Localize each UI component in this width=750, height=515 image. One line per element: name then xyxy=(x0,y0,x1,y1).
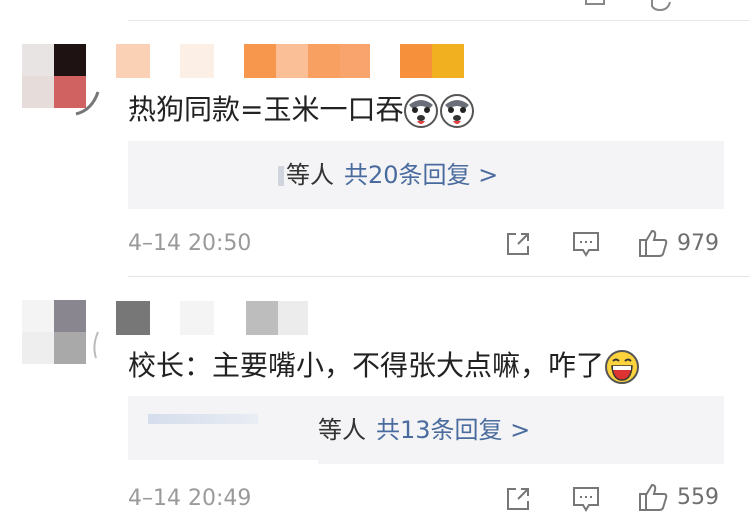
avatar-badge xyxy=(75,91,100,116)
reply-summary[interactable]: 等人 共20条回复 > xyxy=(278,141,498,209)
comment-divider xyxy=(128,276,750,277)
thumbs-up-icon[interactable] xyxy=(650,0,672,14)
comment-body: 校长：主要嘴小，不得张大点嘛，咋了 xyxy=(128,349,605,382)
husky-emoji-icon xyxy=(404,94,439,128)
comment-text: 校长：主要嘴小，不得张大点嘛，咋了 xyxy=(128,344,640,385)
like-count: 979 xyxy=(677,230,719,256)
reply-users: 等人 xyxy=(286,161,334,189)
reply-count-link[interactable]: 共13条回复 > xyxy=(376,416,530,444)
husky-emoji-icon xyxy=(440,94,475,128)
like-count: 559 xyxy=(677,484,719,510)
blurred-reply-users xyxy=(148,414,258,424)
reply-users: 等人 xyxy=(318,416,366,444)
comment-icon[interactable] xyxy=(571,230,601,258)
avatar-badge xyxy=(93,331,99,359)
comment-icon[interactable] xyxy=(571,485,601,513)
reply-box-notch xyxy=(128,460,318,466)
share-icon[interactable] xyxy=(504,230,532,258)
thumbs-up-icon[interactable] xyxy=(637,228,669,258)
like-button[interactable]: 979 xyxy=(637,228,719,258)
comment-body: 热狗同款=玉米一口吞 xyxy=(128,93,404,126)
username-blurred[interactable] xyxy=(116,301,308,335)
reply-preview[interactable]: 等人 共20条回复 > xyxy=(128,141,724,209)
like-button[interactable]: 559 xyxy=(637,482,719,512)
username-blurred[interactable] xyxy=(116,44,464,78)
share-icon[interactable] xyxy=(504,485,532,513)
grinning-emoji-icon xyxy=(605,350,640,384)
reply-summary[interactable]: 等人 共13条回复 > xyxy=(318,396,530,464)
reply-preview[interactable]: 等人 共13条回复 > xyxy=(128,396,724,466)
comment-timestamp: 4–14 20:49 xyxy=(128,486,252,511)
avatar[interactable] xyxy=(22,300,86,364)
comment-text: 热狗同款=玉米一口吞 xyxy=(128,88,475,129)
thumbs-up-icon[interactable] xyxy=(637,482,669,512)
comment-icon[interactable] xyxy=(584,0,606,12)
comment-timestamp: 4–14 20:50 xyxy=(128,231,252,256)
reply-count-link[interactable]: 共20条回复 > xyxy=(344,161,498,189)
